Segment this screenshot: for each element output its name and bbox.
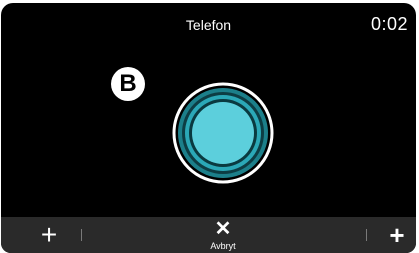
call-pulse-icon xyxy=(172,82,274,184)
cancel-label: Avbryt xyxy=(210,241,236,251)
bottom-action-bar: + ✕ Avbryt + xyxy=(1,217,416,253)
divider xyxy=(81,229,82,241)
close-icon: ✕ xyxy=(214,218,232,240)
plus-icon: + xyxy=(389,219,405,250)
left-plus-button[interactable]: + xyxy=(31,217,67,253)
marker-badge: B xyxy=(111,67,145,101)
call-timer: 0:02 xyxy=(370,14,408,34)
divider xyxy=(366,229,367,241)
plus-icon: + xyxy=(40,219,58,250)
frame: Telefon 0:02 B + ✕ Avbryt + xyxy=(0,0,419,253)
phone-call-screen: Telefon 0:02 B + ✕ Avbryt + xyxy=(1,3,416,253)
page-title: Telefon xyxy=(185,17,232,33)
cancel-button[interactable]: ✕ Avbryt xyxy=(191,219,255,253)
right-plus-button[interactable]: + xyxy=(382,217,412,253)
